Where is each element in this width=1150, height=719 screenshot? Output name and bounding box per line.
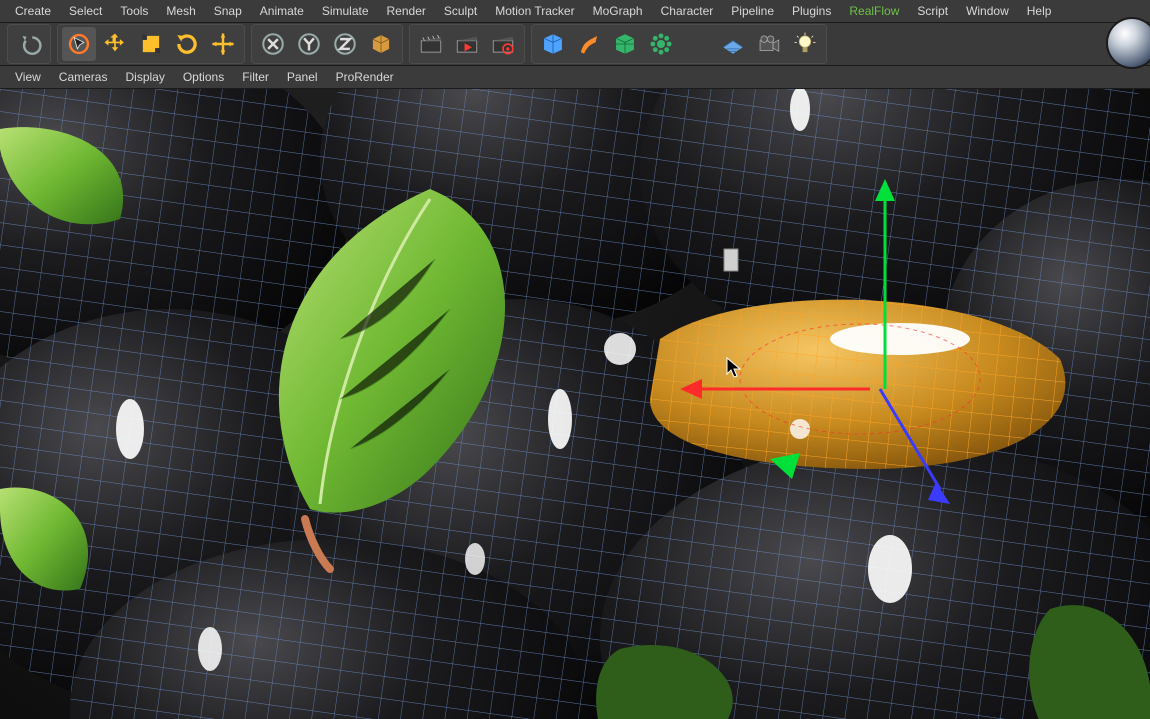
cursor-icon [66,31,92,57]
axis-z-icon [332,31,358,57]
menu-motion-tracker[interactable]: Motion Tracker [486,0,583,22]
cube-axis-icon [368,31,394,57]
undo-button[interactable] [12,27,46,61]
y-axis-button[interactable] [292,27,326,61]
group-create [531,24,827,64]
move-icon [102,31,128,57]
camera-icon [756,31,782,57]
viewport-menu: View Cameras Display Options Filter Pane… [0,66,1150,89]
cloner-icon [648,31,674,57]
viewmenu-panel[interactable]: Panel [278,66,327,88]
spline-button[interactable] [572,27,606,61]
main-menu: Create Select Tools Mesh Snap Animate Si… [0,0,1150,23]
menu-animate[interactable]: Animate [251,0,313,22]
rotate-icon [174,31,200,57]
menu-plugins[interactable]: Plugins [783,0,840,22]
crosshair-icon [210,31,236,57]
deformer-icon [684,31,710,57]
cube-icon [540,31,566,57]
pen-icon [576,31,602,57]
primitive-button[interactable] [536,27,570,61]
menu-character[interactable]: Character [652,0,723,22]
menu-simulate[interactable]: Simulate [313,0,378,22]
viewmenu-cameras[interactable]: Cameras [50,66,117,88]
group-render [409,24,525,64]
subdiv-icon [612,31,638,57]
render-view-button[interactable] [414,27,448,61]
menu-create[interactable]: Create [6,0,60,22]
deformer-button[interactable] [680,27,714,61]
clapper-play-icon [454,31,480,57]
z-axis-button[interactable] [328,27,362,61]
cloner-button[interactable] [644,27,678,61]
live-selection-button[interactable] [62,27,96,61]
axis-y-icon [296,31,322,57]
menu-mograph[interactable]: MoGraph [584,0,652,22]
axis-x-icon [260,31,286,57]
rotate-button[interactable] [170,27,204,61]
environment-button[interactable] [716,27,750,61]
app-logo [1108,19,1150,67]
clapper-icon [418,31,444,57]
menu-help[interactable]: Help [1018,0,1061,22]
menu-snap[interactable]: Snap [205,0,251,22]
undo-icon [16,31,42,57]
last-tool-button[interactable] [206,27,240,61]
clapper-gear-icon [490,31,516,57]
render-settings-button[interactable] [486,27,520,61]
floor-icon [720,31,746,57]
menu-window[interactable]: Window [957,0,1018,22]
main-toolbar [0,23,1150,66]
menu-realflow[interactable]: RealFlow [840,0,908,22]
coord-system-button[interactable] [364,27,398,61]
scene-render [0,89,1150,719]
x-axis-button[interactable] [256,27,290,61]
menu-script[interactable]: Script [908,0,957,22]
viewmenu-prorender[interactable]: ProRender [327,66,403,88]
move-button[interactable] [98,27,132,61]
light-icon [792,31,818,57]
light-button[interactable] [788,27,822,61]
group-transform [57,24,245,64]
camera-button[interactable] [752,27,786,61]
scale-icon [138,31,164,57]
menu-pipeline[interactable]: Pipeline [722,0,783,22]
viewmenu-filter[interactable]: Filter [233,66,278,88]
menu-render[interactable]: Render [378,0,435,22]
viewmenu-options[interactable]: Options [174,66,233,88]
generator-button[interactable] [608,27,642,61]
viewmenu-view[interactable]: View [6,66,50,88]
scale-button[interactable] [134,27,168,61]
menu-tools[interactable]: Tools [111,0,157,22]
menu-select[interactable]: Select [60,0,111,22]
menu-mesh[interactable]: Mesh [157,0,204,22]
viewmenu-display[interactable]: Display [116,66,173,88]
group-undo [7,24,51,64]
render-picture-viewer-button[interactable] [450,27,484,61]
group-axis [251,24,403,64]
viewport[interactable]: Perspective [0,89,1150,719]
menu-sculpt[interactable]: Sculpt [435,0,486,22]
